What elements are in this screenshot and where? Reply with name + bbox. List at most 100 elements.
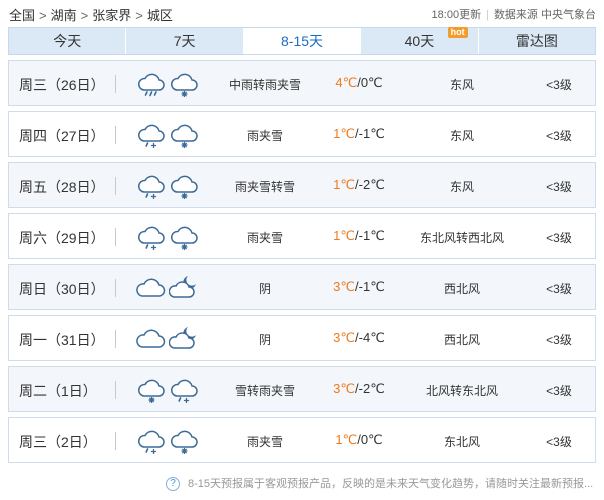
rain-cloud-icon [136,69,166,97]
wind-direction: 东风 [449,78,474,92]
temperature-range: 3℃/-4℃ [321,330,397,346]
wind-direction: 西北风 [443,333,480,347]
weather-description: 阴 [258,333,271,347]
forecast-note: ? 8-15天预报属于客观预报产品，反映的是未来天气变化趋势，请随时关注最新预报.… [166,475,594,492]
wind-direction: 东北风 [443,435,480,449]
temperature-range: 1℃/-2℃ [321,177,397,193]
tab-label: 今天 [53,33,82,49]
meta-divider: | [486,9,489,21]
breadcrumb-item-district: 城区 [146,8,173,23]
low-temperature: 0℃ [360,432,383,447]
low-temperature: -1℃ [358,279,385,294]
wind-direction: 东北风转西北风 [419,231,504,245]
weather-description: 阴 [258,282,271,296]
high-temperature: 3℃ [333,279,356,294]
top-bar: 全国 > 湖南 > 张家界 > 城区 18:00更新 | 数据来源 中央气象台 [0,0,604,26]
forecast-date: 周三（2日） [19,434,97,450]
tab-8-15-days[interactable]: 8-15天 [243,28,362,54]
sleet-cloud-icon [136,222,166,251]
forecast-note-text: 8-15天预报属于客观预报产品，反映的是未来天气变化趋势，请随时关注最新预报..… [188,478,594,490]
snow-cloud-icon [169,426,199,455]
low-temperature: -2℃ [358,381,385,396]
tab-radar[interactable]: 雷达图 [479,28,595,54]
row-divider [115,177,116,195]
row-divider [115,126,116,144]
wind-level: <3级 [546,435,572,449]
weather-description: 雨夹雪 [246,231,283,245]
help-icon[interactable]: ? [166,477,180,492]
tab-7-days[interactable]: 7天 [126,28,244,54]
daily-forecast-list: 周三（26日） 中雨转雨夹雪 4℃/0℃ 东风 <3级 周四（27日） 雨夹雪 1℃/-1℃ 东… [8,60,596,468]
wind-direction: 东风 [449,180,474,194]
forecast-date: 周四（27日） [19,128,105,144]
row-divider [115,381,116,399]
tab-today[interactable]: 今天 [9,28,127,54]
temperature-range: 3℃/-1℃ [321,279,397,295]
weather-description: 雨夹雪 [246,129,283,143]
high-temperature: 3℃ [333,330,356,345]
wind-level: <3级 [546,282,572,296]
cloudy-night-icon [168,324,199,352]
tab-label: 40天 [404,33,435,49]
wind-level: <3级 [546,180,572,194]
row-divider [115,432,116,450]
high-temperature: 1℃ [333,228,356,243]
snow-cloud-icon [169,222,199,251]
wind-level: <3级 [546,333,572,347]
high-temperature: 4℃ [335,75,358,90]
forecast-row: 周日（30日） 阴 3℃/-1℃ 西北风 <3级 [8,264,596,310]
forecast-date: 周三（26日） [19,77,105,93]
breadcrumb-separator: > [80,8,89,23]
data-source: 数据来源 中央气象台 [493,9,596,21]
temperature-range: 1℃/0℃ [321,432,397,448]
wind-direction: 北风转东北风 [425,384,498,398]
forecast-row: 周五（28日） 雨夹雪转雪 1℃/-2℃ 东风 <3级 [8,162,596,208]
weather-description: 雪转雨夹雪 [234,384,295,398]
high-temperature: 1℃ [333,177,356,192]
temperature-range: 1℃/-1℃ [321,228,397,244]
breadcrumb-item-country[interactable]: 全国 [9,5,35,24]
wind-direction: 西北风 [443,282,480,296]
forecast-row: 周一（31日） 阴 3℃/-4℃ 西北风 <3级 [8,315,596,361]
weather-description: 雨夹雪 [246,435,283,449]
breadcrumb: 全国 > 湖南 > 张家界 > 城区 [9,5,173,24]
weather-description: 雨夹雪转雪 [234,180,295,194]
forecast-date: 周五（28日） [19,179,105,195]
forecast-row: 周二（1日） 雪转雨夹雪 3℃/-2℃ 北风转东北风 <3级 [8,366,596,412]
low-temperature: -1℃ [358,126,385,141]
low-temperature: -1℃ [358,228,385,243]
forecast-row: 周三（2日） 雨夹雪 1℃/0℃ 东北风 <3级 [8,417,596,463]
sleet-cloud-icon [136,426,166,455]
low-temperature: -2℃ [358,177,385,192]
wind-level: <3级 [546,384,572,398]
low-temperature: -4℃ [358,330,385,345]
high-temperature: 1℃ [333,126,356,141]
weather-description: 中雨转雨夹雪 [228,78,301,92]
sleet-cloud-icon [136,120,166,149]
forecast-tabs: 今天 7天 8-15天 40天 hot 雷达图 [8,27,596,55]
snow-cloud-icon [169,171,199,200]
tab-label: 7天 [173,33,196,49]
forecast-row: 周六（29日） 雨夹雪 1℃/-1℃ 东北风转西北风 <3级 [8,213,596,259]
high-temperature: 1℃ [335,432,358,447]
temperature-range: 1℃/-1℃ [321,126,397,142]
temperature-range: 3℃/-2℃ [321,381,397,397]
update-info: 18:00更新 | 数据来源 中央气象台 [432,6,596,22]
sleet-cloud-icon [169,375,199,404]
hot-badge: hot [447,27,468,38]
temperature-range: 4℃/0℃ [321,75,397,91]
tab-40-days[interactable]: 40天 hot [361,27,479,54]
breadcrumb-separator: > [39,8,47,23]
high-temperature: 3℃ [333,381,356,396]
breadcrumb-item-city[interactable]: 张家界 [92,5,131,24]
forecast-row: 周四（27日） 雨夹雪 1℃/-1℃ 东风 <3级 [8,111,596,157]
low-temperature: 0℃ [360,75,383,90]
forecast-date: 周二（1日） [19,383,97,399]
overcast-cloud-icon [136,273,166,301]
snow-cloud-icon [136,375,166,404]
cloudy-night-icon [168,273,199,301]
breadcrumb-item-province[interactable]: 湖南 [51,5,77,24]
forecast-date: 周一（31日） [19,332,105,348]
wind-direction: 东风 [449,129,474,143]
snow-cloud-icon [169,69,199,98]
